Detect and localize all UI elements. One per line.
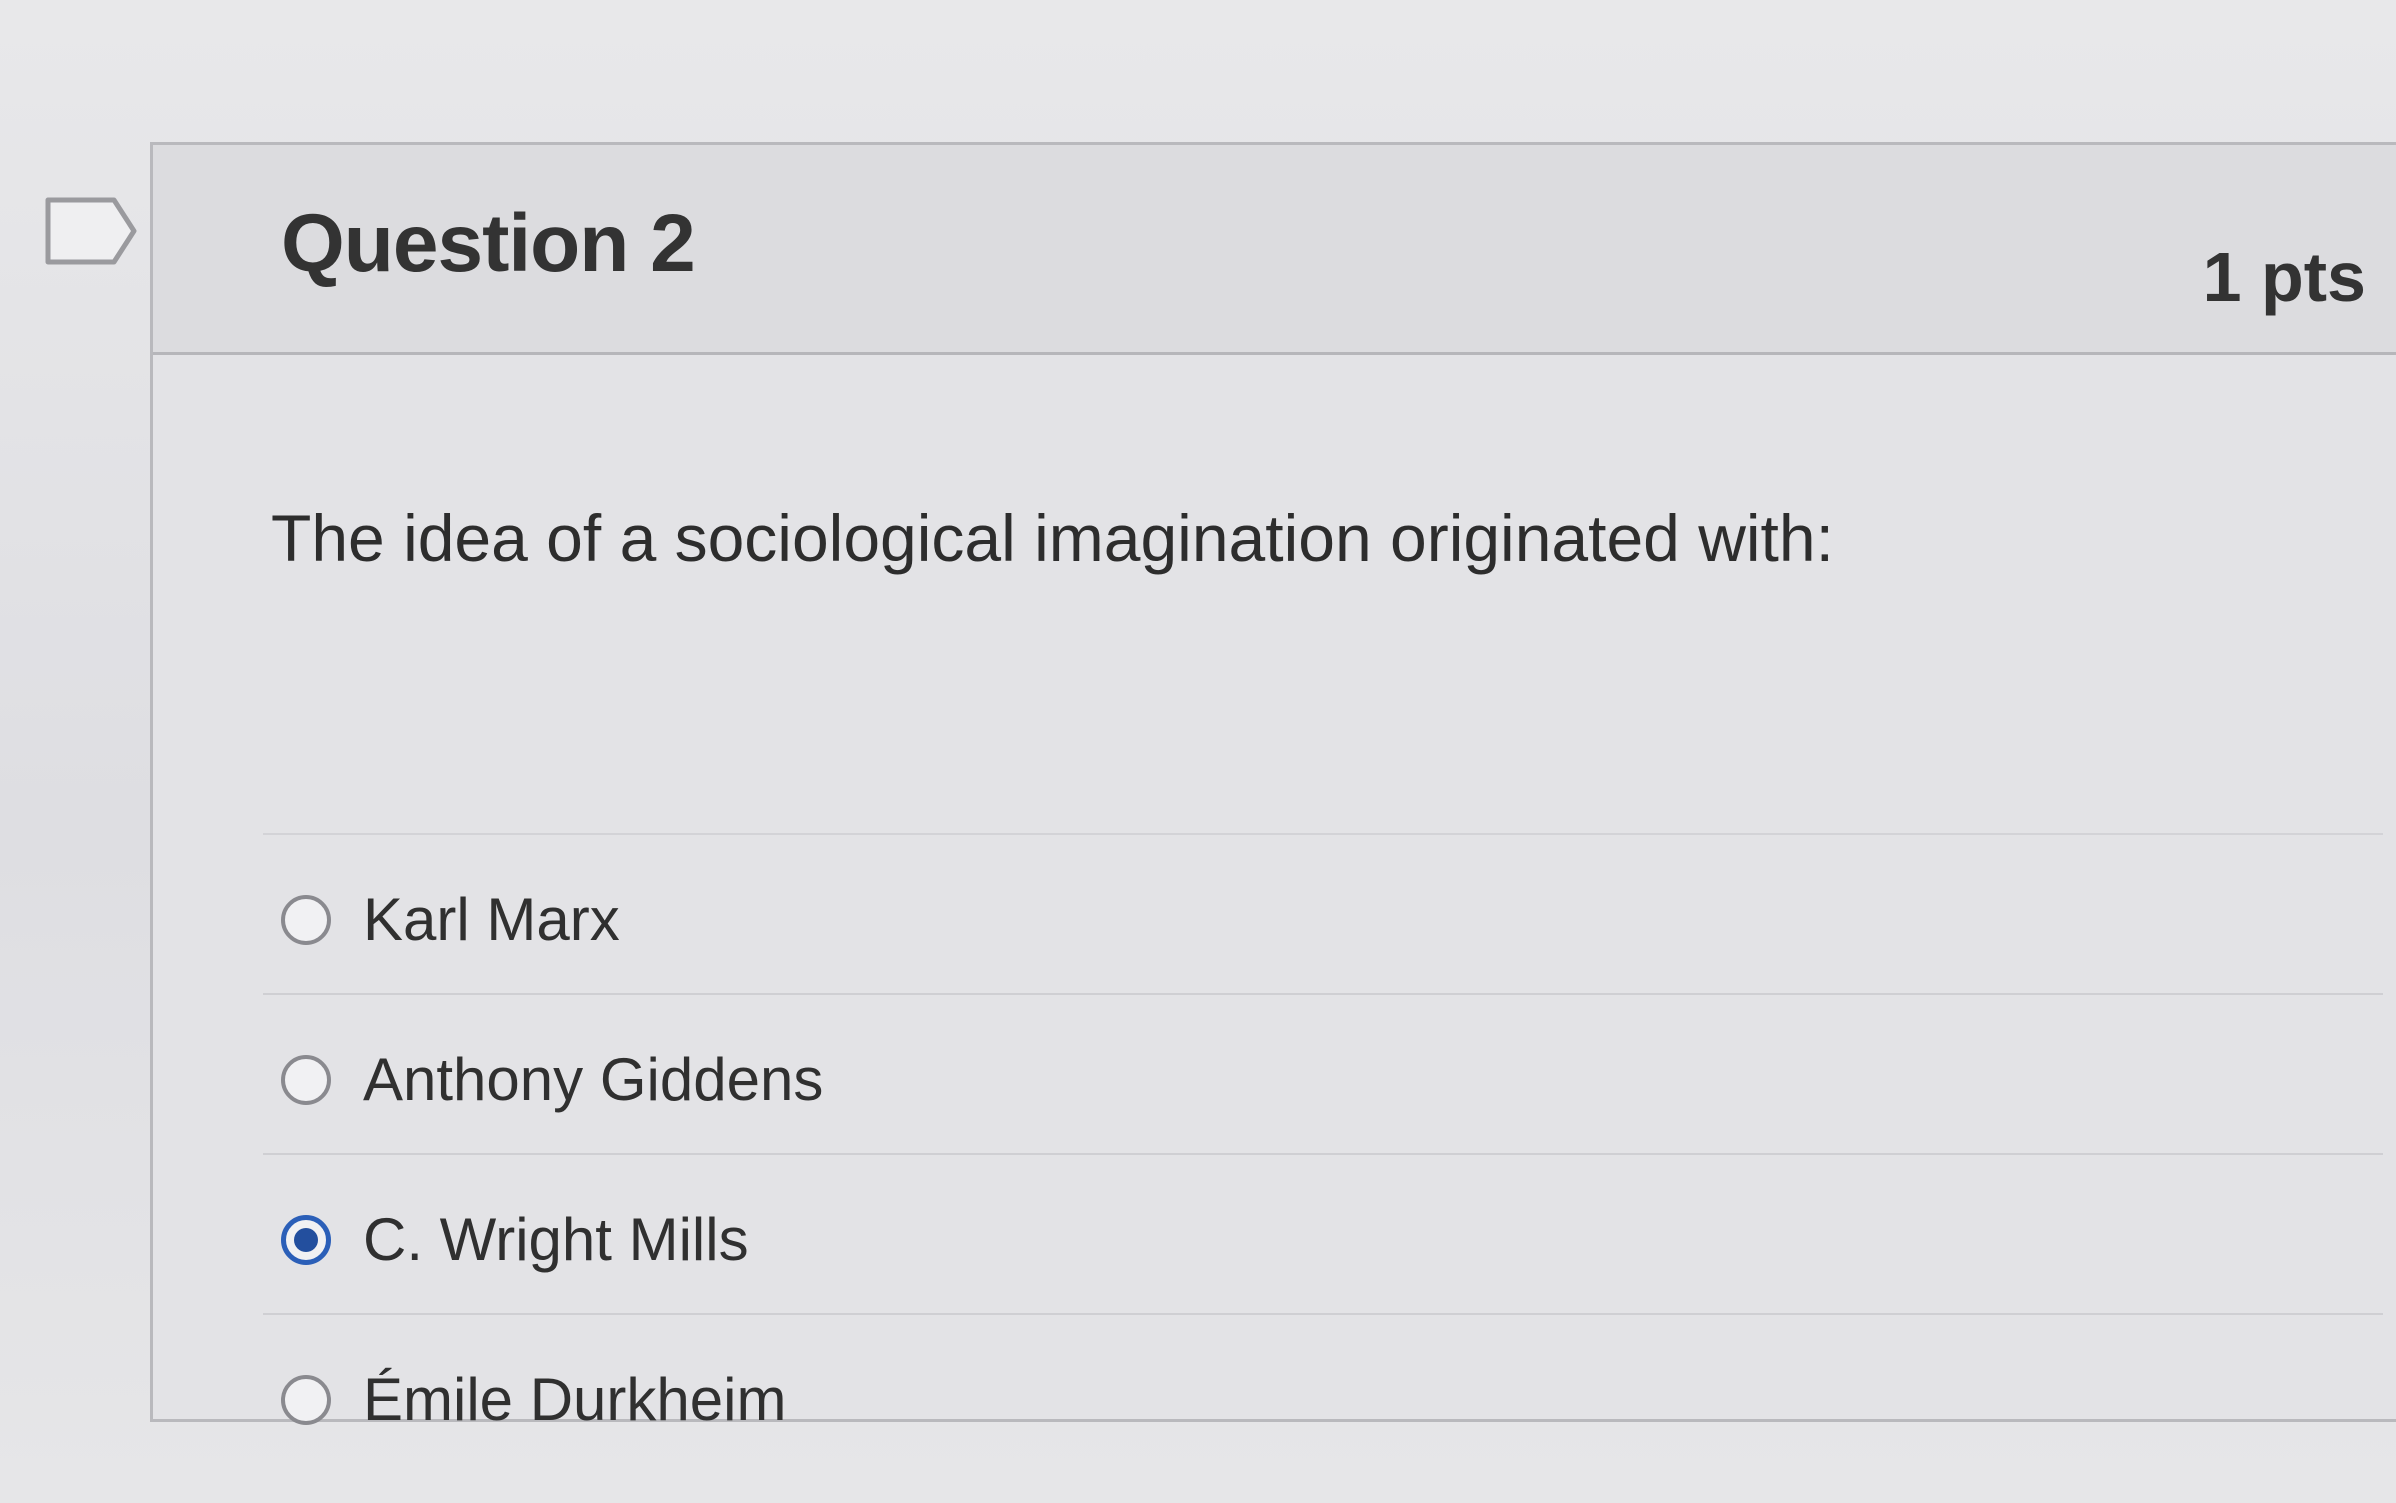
answer-option-karl-marx[interactable]: Karl Marx [263,833,2383,993]
radio-button[interactable] [281,1055,331,1105]
answer-option-c-wright-mills[interactable]: C. Wright Mills [263,1153,2383,1313]
quiz-page: Question 2 1 pts The idea of a sociologi… [0,0,2396,1503]
answer-label[interactable]: Émile Durkheim [363,1365,786,1434]
question-header: Question 2 1 pts [153,145,2396,355]
question-title: Question 2 [281,198,696,289]
question-card: Question 2 1 pts The idea of a sociologi… [150,142,2396,1433]
radio-button-selected[interactable] [281,1215,331,1265]
answer-label[interactable]: Karl Marx [363,885,620,954]
radio-button[interactable] [281,895,331,945]
answer-list: Karl Marx Anthony Giddens C. Wright Mill… [263,833,2383,1473]
answer-option-emile-durkheim[interactable]: Émile Durkheim [263,1313,2383,1473]
question-points: 1 pts [2202,238,2366,316]
answer-option-anthony-giddens[interactable]: Anthony Giddens [263,993,2383,1153]
question-text: The idea of a sociological imagination o… [271,501,1834,575]
answer-label[interactable]: C. Wright Mills [363,1205,749,1274]
flag-question-icon[interactable] [44,196,140,266]
radio-button[interactable] [281,1375,331,1425]
answer-label[interactable]: Anthony Giddens [363,1045,823,1114]
